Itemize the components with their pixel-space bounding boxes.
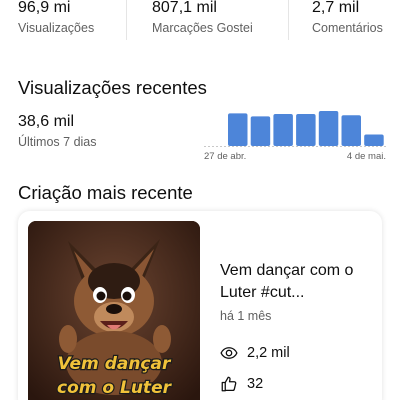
stat-views-value: 96,9 mi [18,0,71,16]
stat-views-label: Visualizações [18,21,95,35]
video-likes-metric: 32 [220,375,263,393]
stat-views: 96,9 mi Visualizações [18,0,94,36]
video-thumbnail[interactable]: Vem dançar com o Luter [28,221,200,400]
video-likes-value: 32 [247,376,264,392]
stat-comments: 2,7 mil Comentários [312,0,383,36]
latest-creation-title: Criação mais recente [18,182,193,203]
video-title[interactable]: Vem dançar com o Luter #cut... [220,260,370,304]
eye-icon [220,347,238,359]
stat-divider [126,0,127,40]
dog-thumbnail-image: Vem dançar com o Luter [28,221,200,400]
stat-comments-label: Comentários [312,21,383,35]
thumbnail-caption-line1: Vem dançar [58,354,172,374]
thumbs-up-icon [221,376,237,392]
stat-likes: 807,1 mil Marcações Gostei [152,0,253,36]
recent-views-title: Visualizações recentes [18,77,207,98]
stat-likes-value: 807,1 mil [152,0,217,16]
recent-views-chart[interactable]: 27 de abr. 4 de mai. [200,104,390,162]
chart-bar[interactable] [364,134,384,146]
stat-likes-label: Marcações Gostei [152,21,253,35]
thumbnail-caption-line2: com o Luter [57,378,173,398]
chart-bars [228,111,384,146]
recent-views-value: 38,6 mil [18,113,75,130]
recent-views-period: Últimos 7 dias [18,135,97,149]
video-views-value: 2,2 mil [247,345,290,361]
video-views-metric: 2,2 mil [220,344,290,362]
chart-bar[interactable] [228,113,248,146]
chart-bar[interactable] [273,114,293,146]
chart-bar[interactable] [341,115,362,146]
stat-divider [288,0,289,40]
chart-bar[interactable] [250,116,271,146]
latest-video-card[interactable]: Vem dançar com o Luter Vem dançar com o … [18,211,382,400]
x-tick-label: 4 de mai. [347,151,386,162]
chart-bar[interactable] [318,111,339,146]
stats-row: 96,9 mi Visualizações 807,1 mil Marcaçõe… [0,0,400,46]
x-tick-label: 27 de abr. [204,151,246,162]
stat-comments-value: 2,7 mil [312,0,360,16]
chart-bar[interactable] [296,114,316,146]
video-age: há 1 mês [220,309,272,323]
